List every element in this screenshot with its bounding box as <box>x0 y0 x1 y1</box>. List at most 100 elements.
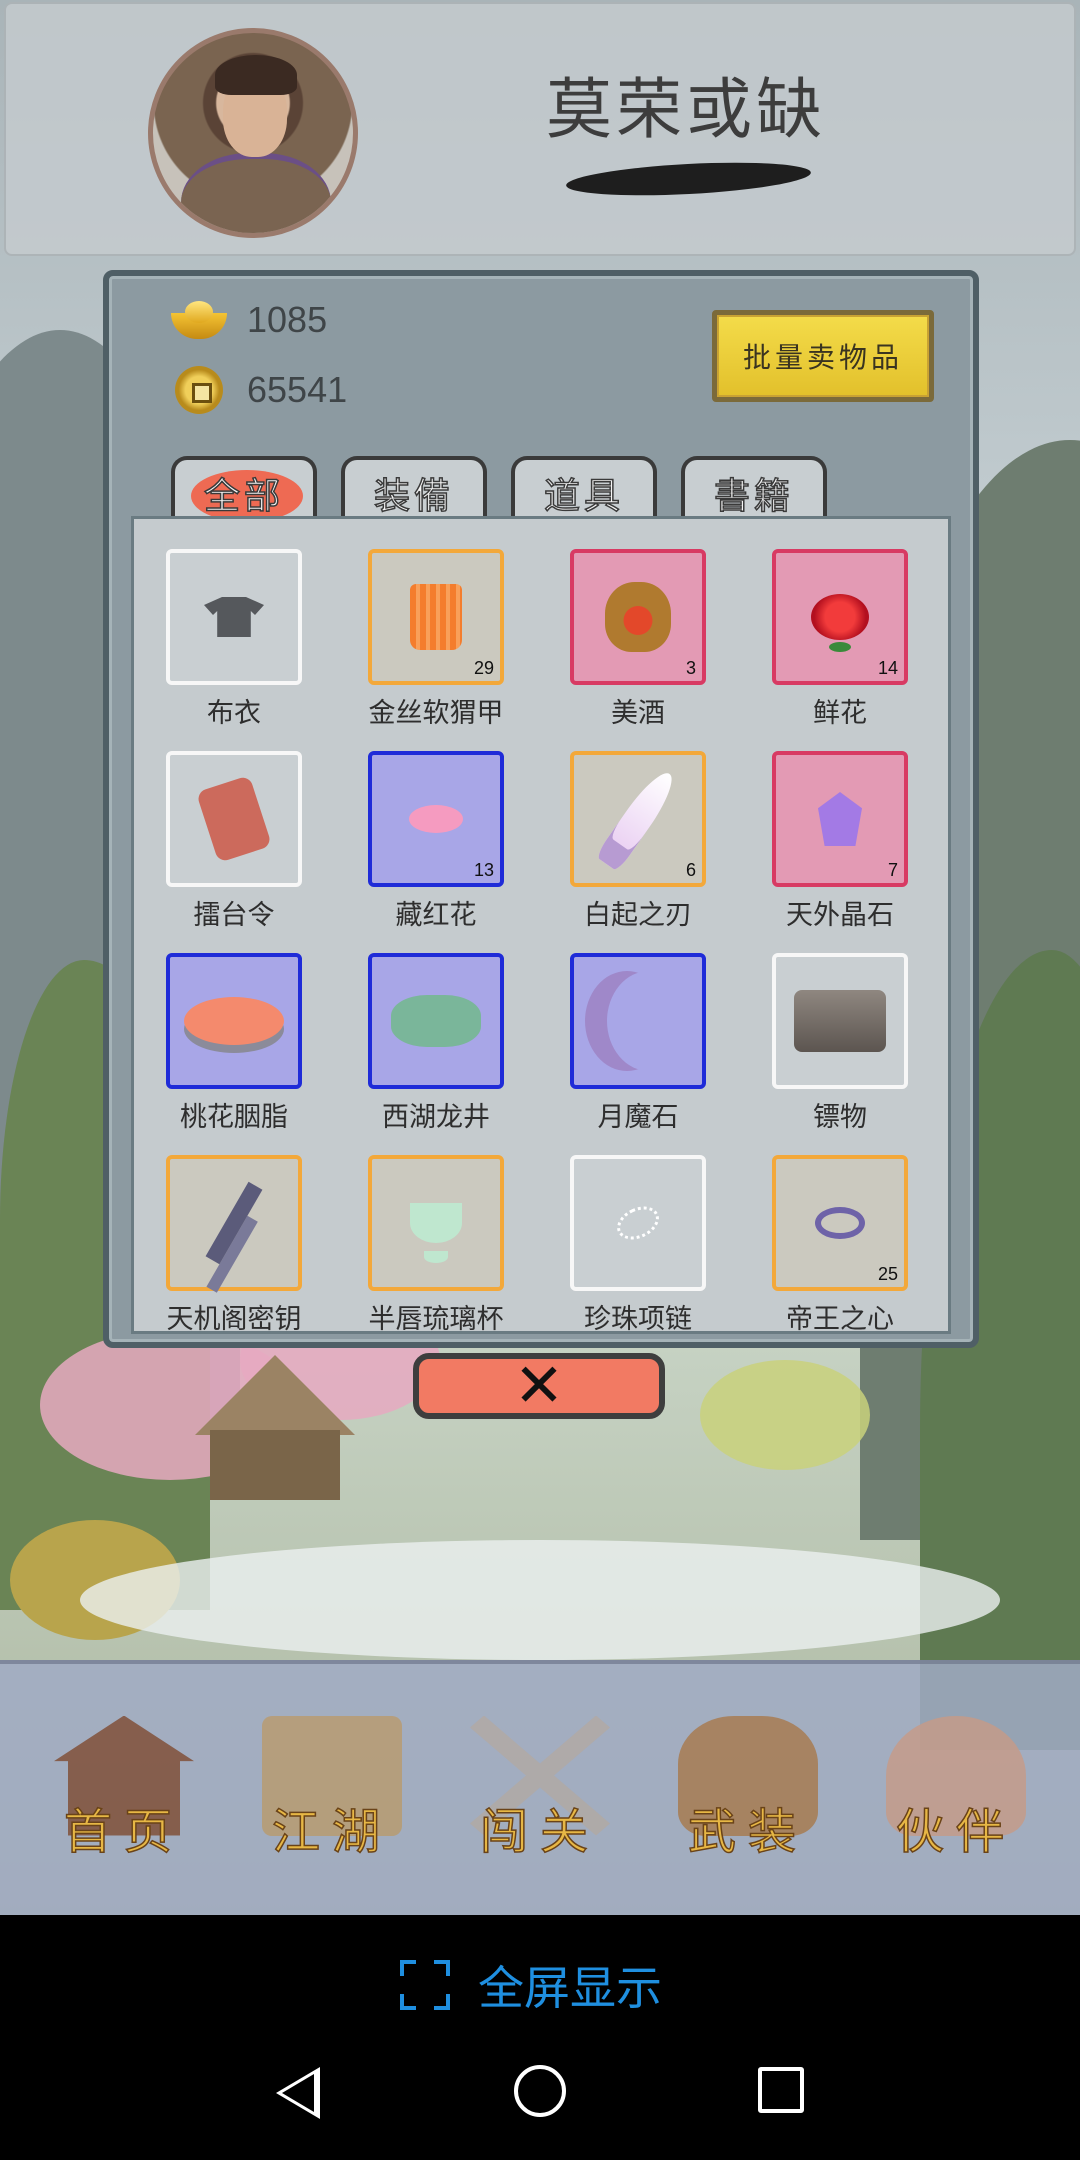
item-slot[interactable]: 25 <box>772 1155 908 1291</box>
recent-apps-icon[interactable] <box>758 2067 804 2113</box>
coin-amount: 65541 <box>247 369 348 410</box>
item-name: 鲜花 <box>813 698 867 729</box>
player-avatar[interactable] <box>148 28 358 238</box>
fullscreen-icon <box>400 1960 450 2010</box>
tab-label: 全部 <box>203 475 284 518</box>
item-name: 白起之刃 <box>584 900 692 931</box>
inventory-item[interactable]: 珍珠项链 <box>570 1155 706 1331</box>
gold-amount: 1085 <box>247 299 328 340</box>
avatar-hair <box>215 55 297 95</box>
crystal-icon <box>818 792 862 846</box>
item-name: 金丝软猬甲 <box>368 698 504 729</box>
inventory-item[interactable]: 6 白起之刃 <box>570 751 706 931</box>
item-name: 镖物 <box>813 1102 867 1133</box>
moonstone-icon <box>607 971 691 1071</box>
avatar-robe <box>181 153 331 233</box>
rose-icon <box>811 594 869 640</box>
item-slot[interactable]: 6 <box>570 751 706 887</box>
inventory-item[interactable]: 桃花胭脂 <box>166 953 302 1133</box>
close-button[interactable]: ✕ <box>413 1353 665 1419</box>
bush <box>700 1360 870 1470</box>
hut <box>210 1430 340 1500</box>
nav-jianghu[interactable]: 江湖 <box>244 1700 420 1880</box>
nav-label: 武装 <box>687 1803 808 1861</box>
nav-label: 江湖 <box>271 1803 392 1861</box>
inventory-item[interactable]: 镖物 <box>772 953 908 1133</box>
glass-cup-icon <box>410 1203 462 1243</box>
item-name: 美酒 <box>611 698 665 729</box>
item-slot[interactable] <box>570 1155 706 1291</box>
tea-icon <box>391 995 481 1047</box>
copper-coin-icon <box>175 366 223 414</box>
item-slot[interactable] <box>166 549 302 685</box>
inventory-item[interactable]: 7 天外晶石 <box>772 751 908 931</box>
armor-icon <box>410 584 462 650</box>
inventory-item[interactable]: 25 帝王之心 <box>772 1155 908 1331</box>
gold-currency: 1085 <box>171 290 327 350</box>
bulk-sell-button[interactable]: 批量卖物品 <box>712 310 934 402</box>
item-slot[interactable] <box>772 953 908 1089</box>
blade-icon <box>594 765 682 873</box>
fullscreen-button[interactable]: 全屏显示 <box>400 1953 662 2017</box>
item-slot[interactable]: 29 <box>368 549 504 685</box>
item-name: 擂台令 <box>193 900 275 931</box>
item-slot[interactable]: 14 <box>772 549 908 685</box>
tab-label: 装備 <box>373 475 454 518</box>
item-slot[interactable]: 13 <box>368 751 504 887</box>
tab-label: 道具 <box>543 475 624 518</box>
inventory-item[interactable]: 13 藏红花 <box>368 751 504 931</box>
item-name: 桃花胭脂 <box>180 1102 288 1133</box>
player-header: 莫荣或缺 <box>4 2 1076 256</box>
inventory-item[interactable]: 布衣 <box>166 549 302 729</box>
brush-stroke-decoration <box>565 157 812 201</box>
coin-currency: 65541 <box>171 360 347 420</box>
token-icon <box>195 775 273 863</box>
inventory-item[interactable]: 3 美酒 <box>570 549 706 729</box>
item-slot[interactable] <box>166 953 302 1089</box>
item-slot[interactable] <box>166 1155 302 1291</box>
inventory-item[interactable]: 14 鲜花 <box>772 549 908 729</box>
nav-home[interactable]: 首页 <box>36 1700 212 1880</box>
nav-label: 伙伴 <box>895 1803 1016 1861</box>
back-icon[interactable] <box>276 2067 320 2119</box>
item-slot[interactable]: 3 <box>570 549 706 685</box>
inventory-item[interactable]: 天机阁密钥 <box>166 1155 302 1331</box>
inventory-item[interactable]: 月魔石 <box>570 953 706 1133</box>
item-slot[interactable] <box>368 1155 504 1291</box>
rouge-icon <box>184 997 284 1045</box>
fullscreen-label: 全屏显示 <box>478 1961 662 2015</box>
item-name: 帝王之心 <box>786 1304 894 1334</box>
item-count: 3 <box>685 658 696 678</box>
inventory-item[interactable]: 半唇琉璃杯 <box>368 1155 504 1331</box>
stream <box>80 1540 1000 1660</box>
item-name: 半唇琉璃杯 <box>368 1304 504 1334</box>
item-name: 月魔石 <box>597 1102 679 1133</box>
item-count: 25 <box>877 1264 898 1284</box>
inventory-item[interactable]: 29 金丝软猬甲 <box>368 549 504 729</box>
item-name: 珍珠项链 <box>584 1304 692 1334</box>
home-circle-icon[interactable] <box>514 2065 566 2117</box>
nav-label: 闯关 <box>479 1803 600 1861</box>
inventory-grid-area[interactable]: 布衣 29 金丝软猬甲 3 美酒 14 鲜花 擂台令 13 藏红花 6 白起之刃… <box>131 516 951 1334</box>
necklace-icon <box>611 1200 665 1246</box>
item-count: 6 <box>685 860 696 880</box>
item-count: 7 <box>887 860 898 880</box>
item-slot[interactable] <box>570 953 706 1089</box>
item-slot[interactable]: 7 <box>772 751 908 887</box>
item-name: 天外晶石 <box>786 900 894 931</box>
nav-partners[interactable]: 伙伴 <box>868 1700 1044 1880</box>
cloth-icon <box>204 597 264 637</box>
bottom-nav: 首页 江湖 闯关 武装 伙伴 <box>0 1660 1080 1915</box>
ring-icon <box>815 1207 865 1239</box>
item-name: 藏红花 <box>395 900 477 931</box>
player-name: 莫荣或缺 <box>546 71 826 148</box>
tab-label: 書籍 <box>713 475 794 518</box>
inventory-item[interactable]: 西湖龙井 <box>368 953 504 1133</box>
inventory-item[interactable]: 擂台令 <box>166 751 302 931</box>
nav-challenge[interactable]: 闯关 <box>452 1700 628 1880</box>
key-icon <box>205 1181 263 1265</box>
item-slot[interactable] <box>368 953 504 1089</box>
saffron-icon <box>409 805 463 833</box>
item-slot[interactable] <box>166 751 302 887</box>
nav-equipment[interactable]: 武装 <box>660 1700 836 1880</box>
